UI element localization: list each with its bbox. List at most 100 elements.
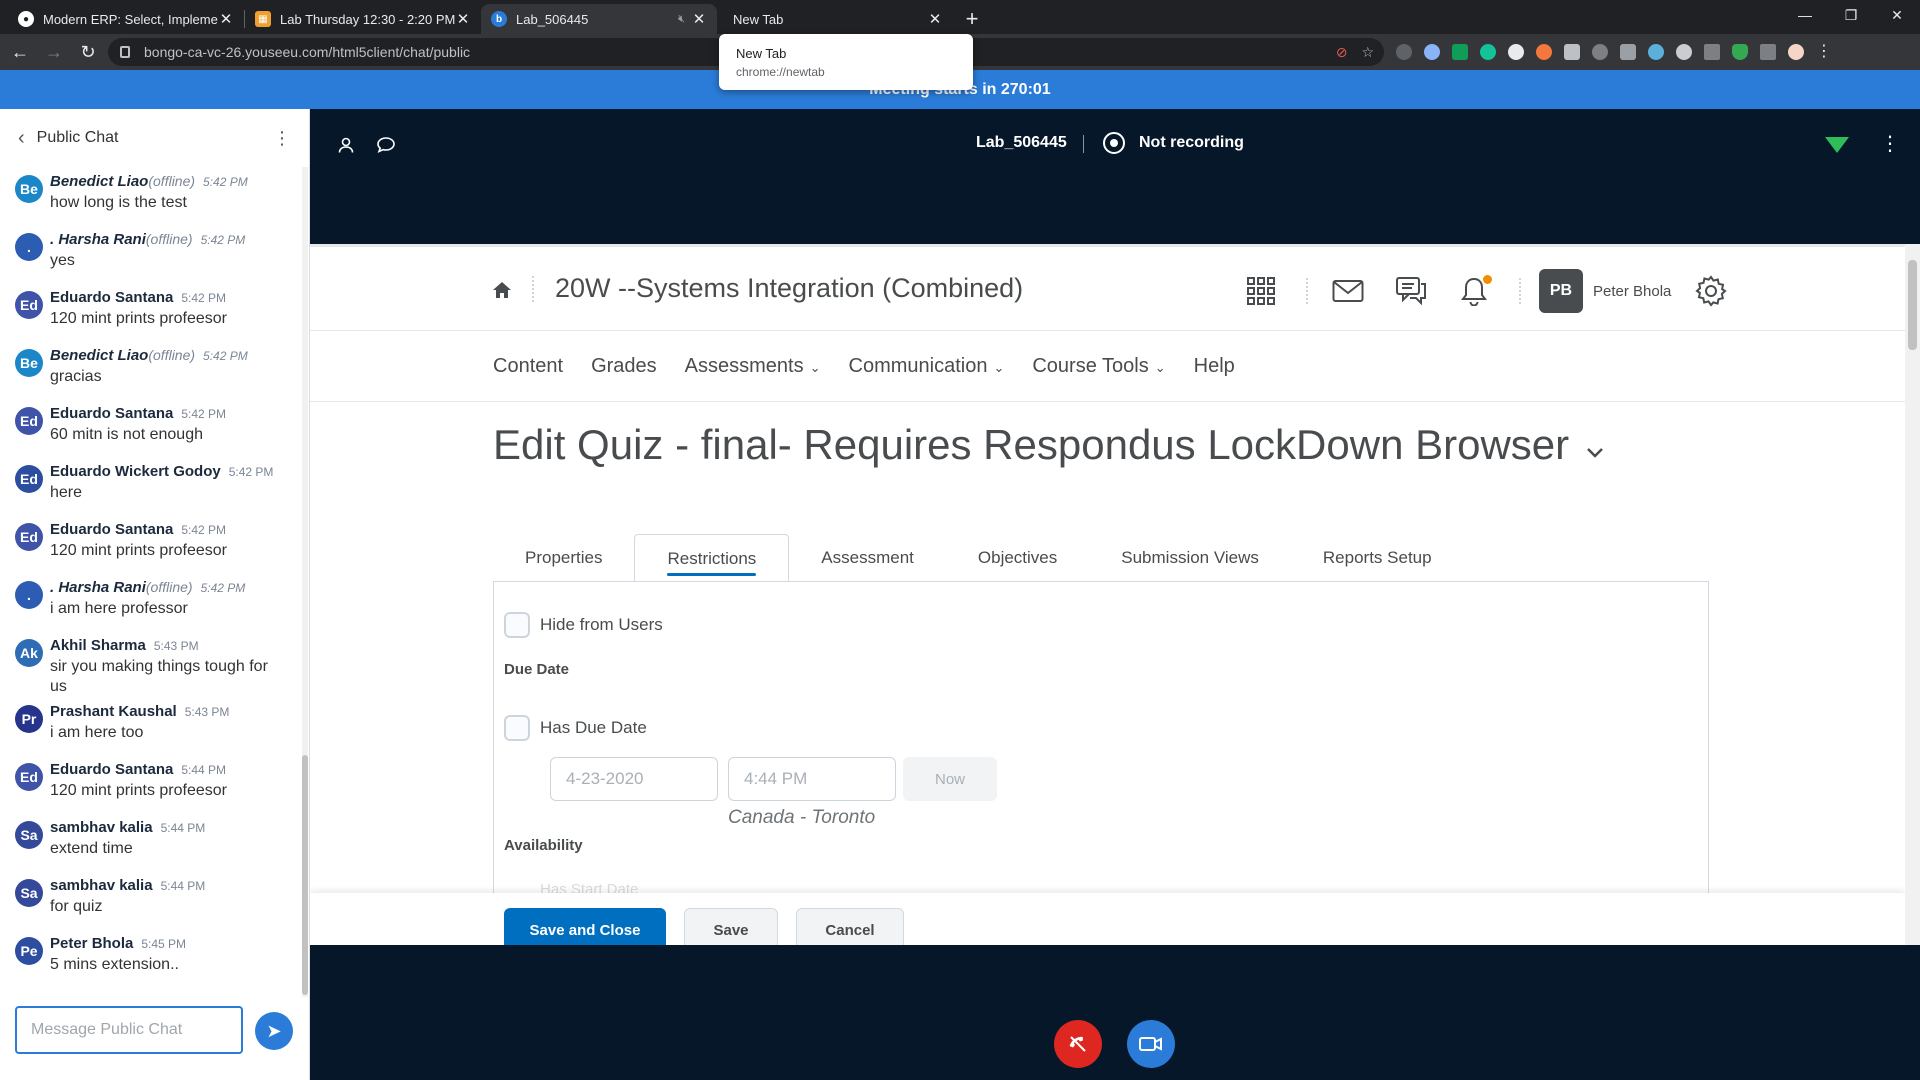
course-selector-grid-icon[interactable] [1243,273,1279,309]
due-date-input[interactable]: 4-23-2020 [550,757,718,801]
profile-avatar-icon[interactable] [1788,44,1804,60]
extension-icon[interactable] [1452,44,1468,60]
chat-bubble-icon[interactable] [374,133,398,157]
sender-name: sambhav kalia [50,877,153,894]
close-tab-icon[interactable]: ✕ [218,10,234,28]
reload-icon[interactable]: ↻ [74,38,102,66]
extension-icon[interactable] [1508,44,1524,60]
sender-name: Benedict Liao [50,347,149,364]
due-time-input[interactable]: 4:44 PM [728,757,896,801]
nav-help[interactable]: Help [1194,355,1235,378]
new-tab-button[interactable]: + [957,4,987,34]
more-options-icon[interactable]: ⋮ [273,128,291,149]
restore-icon[interactable]: ❐ [1828,0,1874,30]
forward-arrow-icon[interactable]: → [40,38,68,66]
extension-icon[interactable] [1648,44,1664,60]
extension-icon[interactable] [1704,44,1720,60]
chat-title[interactable]: Public Chat [37,129,119,147]
chat-message: Ed Eduardo Santana 5:42 PM 120 mint prints … [0,283,302,341]
screenshare-scrollbar-thumb[interactable] [1908,260,1917,350]
nav-communication[interactable]: Communication ⌄ [849,355,1005,378]
bookmark-star-icon[interactable]: ☆ [1361,44,1374,61]
message-text: 5 mins extension.. [50,956,179,973]
user-list-icon[interactable] [334,133,358,157]
screenshare-scrollbar[interactable] [1905,244,1920,945]
browser-menu-icon[interactable]: ⋮ [1816,44,1832,60]
save-button[interactable]: Save [684,908,778,945]
extension-icon[interactable] [1424,44,1440,60]
mute-tab-icon[interactable]: 🔇︎ [678,13,685,26]
grammarly-icon[interactable] [1480,44,1496,60]
settings-gear-icon[interactable] [1693,273,1729,309]
message-header: . Harsha Rani(offline) 5:42 PM [50,225,302,248]
extension-icon[interactable] [1592,44,1608,60]
user-avatar[interactable]: PB [1539,269,1583,313]
hide-from-users-checkbox[interactable] [504,612,530,638]
minimize-icon[interactable]: — [1782,0,1828,30]
chat-message-input[interactable] [15,1006,243,1054]
extension-icon[interactable] [1676,44,1692,60]
message-text: 120 mint prints profeesor [50,310,227,327]
recording-indicator[interactable]: Not recording [1103,132,1244,154]
course-title[interactable]: 20W --Systems Integration (Combined) [555,273,1023,304]
user-avatar: Ed [15,465,43,493]
nav-content[interactable]: Content [493,355,563,378]
button-label: Save [713,921,749,939]
meeting-options-icon[interactable]: ⋮ [1880,131,1900,156]
window-controls: — ❐ ✕ [1782,0,1920,30]
shield-icon[interactable] [1732,44,1748,60]
message-header: sambhav kalia 5:44 PM [50,813,302,836]
title-menu-chevron-icon[interactable] [1586,443,1604,464]
tab-objectives[interactable]: Objectives [946,534,1089,582]
tab-assessment[interactable]: Assessment [789,534,946,582]
button-label: Save and Close [529,921,641,939]
user-name[interactable]: Peter Bhola [1593,283,1671,300]
nav-grades[interactable]: Grades [591,355,657,378]
tab-label: Properties [525,548,603,567]
browser-tab-meeting[interactable]: b Lab_506445 🔇︎ ✕ [481,4,717,34]
back-arrow-icon[interactable]: ← [6,38,34,66]
send-message-button[interactable]: ➤ [255,1012,293,1050]
has-due-date-checkbox[interactable] [504,715,530,741]
header-divider [1519,278,1521,304]
message-text: 120 mint prints profeesor [50,782,227,799]
save-and-close-button[interactable]: Save and Close [504,908,666,945]
reading-list-icon[interactable] [1760,44,1776,60]
browser-tab-lab[interactable]: ▦ Lab Thursday 12:30 - 2:20 PM - 2 ✕ [245,4,481,34]
extension-icon[interactable] [1564,44,1580,60]
close-tab-icon[interactable]: ✕ [455,10,471,28]
user-avatar: Be [15,349,43,377]
browser-tab-newtab[interactable]: New Tab ✕ [717,4,953,34]
tab-reports-setup[interactable]: Reports Setup [1291,534,1464,582]
tooltip-url: chrome://newtab [736,65,825,79]
extension-icon[interactable] [1396,44,1412,60]
tab-restrictions[interactable]: Restrictions [634,534,790,582]
camera-blocked-icon[interactable]: ⊘ [1336,44,1348,61]
now-button[interactable]: Now [903,757,997,801]
edit-quiz-tabs: Properties Restrictions Assessment Objec… [493,534,1464,582]
share-webcam-button[interactable] [1127,1020,1175,1068]
discussions-icon[interactable] [1393,273,1429,309]
extension-icon[interactable] [1536,44,1552,60]
home-icon[interactable] [492,281,512,305]
nav-course-tools[interactable]: Course Tools ⌄ [1032,355,1165,378]
mail-icon[interactable] [1330,273,1366,309]
close-tab-icon[interactable]: ✕ [927,10,943,28]
notification-bell-icon[interactable] [1456,273,1492,309]
cancel-button[interactable]: Cancel [796,908,904,945]
connection-status-icon[interactable] [1825,137,1849,153]
close-window-icon[interactable]: ✕ [1874,0,1920,30]
chevron-left-icon[interactable]: ‹ [18,127,25,150]
nav-assessments[interactable]: Assessments ⌄ [685,355,821,378]
chat-scrollbar-thumb[interactable] [302,755,308,995]
chat-scrollbar[interactable] [302,167,308,997]
tab-submission-views[interactable]: Submission Views [1089,534,1291,582]
close-tab-icon[interactable]: ✕ [691,10,707,28]
tab-properties[interactable]: Properties [493,534,634,582]
tab-title: Lab_506445 [516,11,589,27]
message-time: 5:43 PM [153,639,199,653]
leave-audio-button[interactable] [1054,1020,1102,1068]
browser-tab-erp[interactable]: ● Modern ERP: Select, Implement, & ✕ [8,4,244,34]
extension-icon[interactable] [1620,44,1636,60]
form-footer: Save and Close Save Cancel [310,893,1905,945]
